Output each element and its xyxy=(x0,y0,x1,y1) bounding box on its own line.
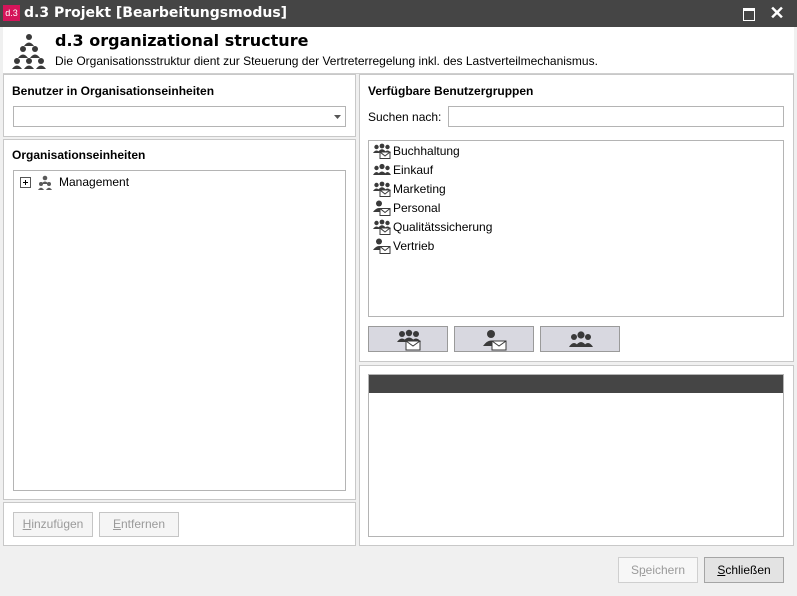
title-bar[interactable]: d.3 d.3 Projekt [Bearbeitungsmodus] ✕ xyxy=(0,0,797,27)
page-title: d.3 organizational structure xyxy=(55,31,309,50)
search-label: Suchen nach: xyxy=(368,110,442,124)
org-units-title: Organisationseinheiten xyxy=(12,148,146,162)
group-label: Buchhaltung xyxy=(393,144,460,158)
expand-icon[interactable] xyxy=(20,176,31,188)
add-group-button[interactable] xyxy=(540,326,620,352)
group-mail-icon xyxy=(373,219,391,235)
group-mail-icon xyxy=(373,181,391,197)
chevron-down-icon xyxy=(334,115,341,119)
groups-list[interactable]: Buchhaltung Einkauf Marketing Personal Q… xyxy=(368,140,784,317)
tree-item-management[interactable]: Management xyxy=(20,174,129,190)
group-label: Personal xyxy=(393,201,441,215)
maximize-icon xyxy=(743,8,755,21)
org-structure-icon xyxy=(12,34,46,69)
add-button[interactable]: Hinzufügen xyxy=(13,512,93,537)
close-window-button[interactable]: ✕ xyxy=(766,3,788,23)
user-mail-icon xyxy=(373,238,391,254)
add-group-mail-button[interactable] xyxy=(368,326,448,352)
close-button[interactable]: Schließen xyxy=(704,557,784,583)
list-item-group[interactable]: Buchhaltung xyxy=(373,142,460,160)
remove-button[interactable]: Entfernen xyxy=(99,512,179,537)
list-item-group[interactable]: Vertrieb xyxy=(373,237,434,255)
list-item-group[interactable]: Qualitätssicherung xyxy=(373,218,492,236)
users-section-title: Benutzer in Organisationseinheiten xyxy=(12,84,215,98)
user-mail-icon xyxy=(373,200,391,216)
list-item-group[interactable]: Personal xyxy=(373,199,440,217)
group-label: Vertrieb xyxy=(393,239,435,253)
grid-header xyxy=(369,375,783,393)
group-label: Einkauf xyxy=(393,163,434,177)
group-label: Qualitätssicherung xyxy=(393,220,493,234)
page-description: Die Organisationsstruktur dient zur Steu… xyxy=(55,54,598,68)
group-mail-icon xyxy=(373,143,391,159)
group-icon xyxy=(373,163,391,175)
group-mail-icon xyxy=(397,329,421,351)
maximize-button[interactable] xyxy=(738,3,760,23)
group-icon xyxy=(569,331,593,347)
org-units-tree[interactable]: Management xyxy=(13,170,346,491)
groups-title: Verfügbare Benutzergruppen xyxy=(368,84,534,98)
search-input[interactable] xyxy=(448,106,784,127)
group-label: Marketing xyxy=(393,182,446,196)
org-unit-icon xyxy=(38,175,52,190)
list-item-group[interactable]: Marketing xyxy=(373,180,446,198)
users-dropdown[interactable] xyxy=(13,106,346,127)
user-mail-icon xyxy=(483,330,507,351)
details-grid[interactable] xyxy=(368,374,784,537)
save-button[interactable]: Speichern xyxy=(618,557,698,583)
window-title: d.3 Projekt [Bearbeitungsmodus] xyxy=(24,5,288,21)
add-user-mail-button[interactable] xyxy=(454,326,534,352)
app-logo: d.3 xyxy=(3,5,20,21)
close-icon: ✕ xyxy=(769,3,785,23)
tree-item-label: Management xyxy=(59,175,130,189)
list-item-group[interactable]: Einkauf xyxy=(373,161,433,179)
dialog-header: d.3 organizational structure Die Organis… xyxy=(3,27,794,74)
